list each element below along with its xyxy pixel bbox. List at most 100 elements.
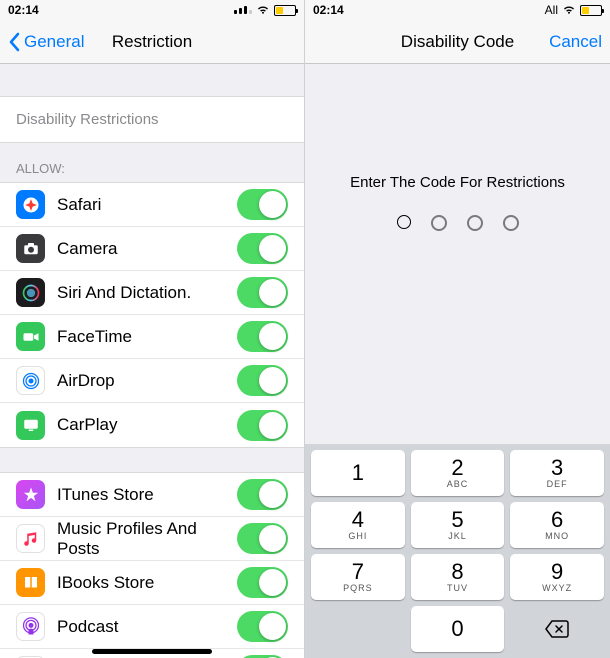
toggle-switch[interactable] [237, 410, 288, 441]
keypad-key-1[interactable]: 1 [311, 450, 405, 496]
keypad-key-8[interactable]: 8TUV [411, 554, 505, 600]
disability-restrictions-row[interactable]: Disability Restrictions [0, 96, 304, 143]
allow-list-2: ITunes Store Music Profiles And Posts IBoo… [0, 472, 304, 658]
toggle-switch[interactable] [237, 321, 288, 352]
key-number: 8 [451, 561, 463, 583]
row-label: AirDrop [57, 371, 237, 391]
keypad-key-2[interactable]: 2ABC [411, 450, 505, 496]
keypad-key-0[interactable]: 0 [411, 606, 505, 652]
nav-bar: General Restriction [0, 20, 304, 64]
toggle-switch[interactable] [237, 277, 288, 308]
numeric-keypad: 12ABC3DEF4GHI5JKL6MNO7PQRS8TUV9WXYZ0 [305, 444, 610, 658]
keypad-key-4[interactable]: 4GHI [311, 502, 405, 548]
nav-bar: Disability Code Cancel [305, 20, 610, 64]
row-label: IBooks Store [57, 573, 237, 593]
key-number: 2 [451, 457, 463, 479]
key-letters: ABC [447, 479, 469, 489]
key-letters: DEF [547, 479, 568, 489]
backspace-icon [544, 619, 570, 639]
setting-row: ITunes Store [0, 473, 304, 517]
signal-icon [234, 6, 252, 14]
row-label: Safari [57, 195, 237, 215]
setting-row: Camera [0, 227, 304, 271]
setting-row: Siri And Dictation. [0, 271, 304, 315]
keypad-key-9[interactable]: 9WXYZ [510, 554, 604, 600]
keypad-key-3[interactable]: 3DEF [510, 450, 604, 496]
key-number: 7 [352, 561, 364, 583]
status-time: 02:14 [8, 3, 39, 17]
settings-content[interactable]: Disability Restrictions ALLOW: Safari Cam… [0, 64, 304, 658]
key-letters: TUV [447, 583, 468, 593]
setting-row: IBooks Store [0, 561, 304, 605]
wifi-icon [562, 5, 576, 15]
toggle-switch[interactable] [237, 523, 288, 554]
status-icons: All [545, 3, 602, 17]
code-prompt: Enter The Code For Restrictions [305, 64, 610, 231]
restrictions-screen: 02:14 General Restriction Disability Res… [0, 0, 305, 658]
podcast-icon [16, 612, 45, 641]
setting-row: FaceTime [0, 315, 304, 359]
toggle-switch[interactable] [237, 365, 288, 396]
status-icons [234, 5, 296, 16]
back-label: General [24, 32, 84, 52]
setting-row: Safari [0, 183, 304, 227]
row-label: Camera [57, 239, 237, 259]
music-icon [16, 524, 45, 553]
nav-title: Restriction [112, 32, 192, 52]
toggle-switch[interactable] [237, 233, 288, 264]
allow-header: ALLOW: [0, 143, 304, 182]
toggle-switch[interactable] [237, 189, 288, 220]
setting-row: AirDrop [0, 359, 304, 403]
key-letters: PQRS [343, 583, 373, 593]
key-letters: MNO [545, 531, 569, 541]
status-bar: 02:14 [0, 0, 304, 20]
row-label: CarPlay [57, 415, 237, 435]
key-number: 5 [451, 509, 463, 531]
key-number: 0 [451, 618, 463, 640]
chevron-left-icon [8, 32, 20, 52]
key-letters: JKL [448, 531, 467, 541]
home-indicator[interactable] [92, 649, 212, 654]
keypad-key-5[interactable]: 5JKL [411, 502, 505, 548]
video-icon [16, 322, 45, 351]
key-number: 3 [551, 457, 563, 479]
toggle-switch[interactable] [237, 611, 288, 642]
row-label: FaceTime [57, 327, 237, 347]
row-label: ITunes Store [57, 485, 237, 505]
code-dot [431, 215, 447, 231]
keypad-key-7[interactable]: 7PQRS [311, 554, 405, 600]
row-label: Music Profiles And Posts [57, 519, 237, 559]
code-dots [305, 215, 610, 231]
allow-list-1: Safari Camera Siri And Dictation. FaceTime A… [0, 182, 304, 448]
cancel-button[interactable]: Cancel [549, 32, 602, 52]
airdrop-icon [16, 366, 45, 395]
key-number: 1 [352, 462, 364, 484]
carrier-label: All [545, 3, 558, 17]
battery-icon [580, 5, 602, 16]
key-letters: WXYZ [542, 583, 572, 593]
key-number: 9 [551, 561, 563, 583]
keypad-key-6[interactable]: 6MNO [510, 502, 604, 548]
setting-row: Podcast [0, 605, 304, 649]
status-time: 02:14 [313, 3, 344, 17]
setting-row: CarPlay [0, 403, 304, 447]
key-letters: GHI [348, 531, 367, 541]
toggle-switch[interactable] [237, 567, 288, 598]
code-dot [503, 215, 519, 231]
status-bar: 02:14 All [305, 0, 610, 20]
code-dot [397, 215, 411, 229]
key-number: 4 [352, 509, 364, 531]
code-dot [467, 215, 483, 231]
passcode-screen: 02:14 All Disability Code Cancel Enter T… [305, 0, 610, 658]
wifi-icon [256, 5, 270, 15]
compass-icon [16, 190, 45, 219]
siri-icon [16, 278, 45, 307]
back-button[interactable]: General [8, 32, 84, 52]
book-icon [16, 568, 45, 597]
star-icon [16, 480, 45, 509]
key-number: 6 [551, 509, 563, 531]
prompt-text: Enter The Code For Restrictions [305, 174, 610, 191]
toggle-switch[interactable] [237, 479, 288, 510]
camera-icon [16, 234, 45, 263]
backspace-key[interactable] [510, 606, 604, 652]
